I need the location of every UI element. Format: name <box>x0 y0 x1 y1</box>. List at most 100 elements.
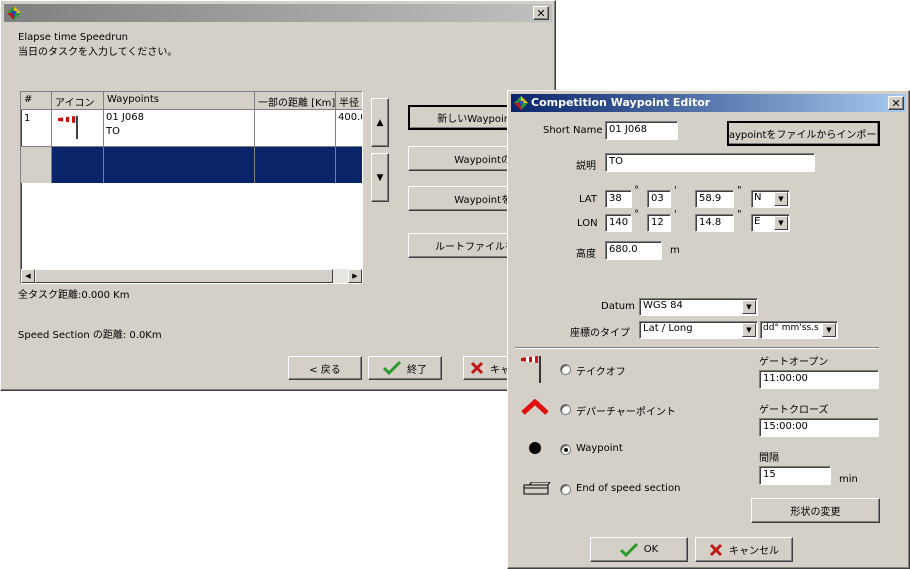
editor-title: Competition Waypoint Editor <box>531 96 711 109</box>
chevron-down-icon[interactable]: ▼ <box>774 192 788 206</box>
coord-type-value: Lat / Long <box>643 323 693 334</box>
column-header-distance[interactable]: 一部の距離 [Km] <box>255 92 336 110</box>
scroll-left-button[interactable]: ◀ <box>21 269 35 283</box>
column-header-waypoints[interactable]: Waypoints <box>104 92 255 110</box>
lat-second-symbol: " <box>737 185 742 196</box>
section-divider <box>515 347 879 349</box>
editor-close-button[interactable]: ✕ <box>888 96 904 110</box>
lon-label: LON <box>577 218 598 229</box>
lon-degrees-input[interactable]: 140 <box>605 214 632 232</box>
lon-minute-symbol: ' <box>674 209 677 220</box>
main-title-bar[interactable]: ✕ <box>4 4 552 22</box>
coord-format-select[interactable]: dd° mm'ss.s ▼ <box>760 321 838 339</box>
end-speed-section-icon <box>523 482 551 495</box>
lon-seconds-input[interactable]: 14.8 <box>695 214 734 232</box>
type-end-speed-label[interactable]: End of speed section <box>576 483 680 494</box>
lat-minute-symbol: ' <box>674 185 677 196</box>
chevron-down-icon[interactable]: ▼ <box>742 300 756 314</box>
lon-minutes-input[interactable]: 12 <box>647 214 671 232</box>
column-header-icon[interactable]: アイコン <box>52 92 104 110</box>
editor-title-bar[interactable]: Competition Waypoint Editor ✕ <box>511 94 906 112</box>
type-departure-label[interactable]: デパーチャーポイント <box>576 403 676 418</box>
main-close-button[interactable]: ✕ <box>533 6 549 20</box>
scroll-right-button[interactable]: ▶ <box>348 269 362 283</box>
lat-seconds-input[interactable]: 58.9 <box>695 190 734 208</box>
checkmark-icon <box>383 360 401 376</box>
ok-label: OK <box>643 544 659 555</box>
interval-input[interactable]: 15 <box>759 466 831 485</box>
description-label: 説明 <box>576 161 596 172</box>
waypoint-name: TO <box>106 126 120 137</box>
column-header-radius[interactable]: 半径 <box>336 92 362 110</box>
interval-label: 間隔 <box>759 453 779 464</box>
gate-open-input[interactable]: 11:00:00 <box>759 370 879 389</box>
waypoint-editor-dialog: Competition Waypoint Editor ✕ Short Name… <box>507 90 910 569</box>
altitude-input[interactable]: 680.0 <box>605 241 662 260</box>
altitude-label: 高度 <box>576 249 596 260</box>
short-name-input[interactable]: 01 J068 <box>605 121 678 140</box>
chevron-down-icon[interactable]: ▼ <box>774 216 788 230</box>
cancel-x-icon <box>470 361 484 375</box>
lon-degree-symbol: ° <box>634 209 639 220</box>
lat-degree-symbol: ° <box>634 185 639 196</box>
finish-label: 終了 <box>407 364 427 376</box>
move-down-button[interactable]: ▼ <box>371 153 389 202</box>
coord-type-select[interactable]: Lat / Long ▼ <box>639 321 758 339</box>
waypoint-table[interactable]: # アイコン Waypoints 一部の距離 [Km] 半径 1 01 J068… <box>20 91 363 284</box>
type-departure-radio[interactable] <box>560 404 571 415</box>
column-header-number[interactable]: # <box>21 92 52 110</box>
finish-button[interactable]: 終了 <box>368 356 442 380</box>
lon-hemisphere-select[interactable]: E ▼ <box>751 214 790 232</box>
gate-open-label: ゲートオープン <box>759 357 829 368</box>
altitude-unit: m <box>670 245 680 256</box>
task-title: Elapse time Speedrun <box>18 32 129 43</box>
type-takeoff-label[interactable]: テイクオフ <box>576 363 626 378</box>
coord-format-value: dd° mm'ss.s <box>763 323 819 333</box>
row-number-cell <box>21 147 52 183</box>
lat-label: LAT <box>579 194 597 205</box>
editor-cancel-button[interactable]: キャンセル <box>695 537 793 562</box>
lat-hemisphere-select[interactable]: N ▼ <box>751 190 790 208</box>
datum-select[interactable]: WGS 84 ▼ <box>639 298 758 316</box>
import-waypoint-button[interactable]: waypointをファイルからインポート <box>727 121 880 146</box>
task-instruction: 当日のタスクを入力してください。 <box>18 47 178 58</box>
lat-degrees-input[interactable]: 38 <box>605 190 632 208</box>
scroll-thumb[interactable] <box>35 269 333 283</box>
chevron-down-icon[interactable]: ▼ <box>742 323 756 337</box>
change-shape-button[interactable]: 形状の変更 <box>751 498 880 523</box>
gate-close-input[interactable]: 15:00:00 <box>759 418 879 437</box>
interval-unit: min <box>839 474 858 485</box>
grid-line <box>51 110 52 183</box>
gate-close-label: ゲートクローズ <box>759 405 829 416</box>
back-button[interactable]: < 戻る <box>288 356 362 380</box>
speed-section-distance: Speed Section の距離: 0.0Km <box>18 330 162 341</box>
checkmark-icon <box>619 542 638 557</box>
lat-minutes-input[interactable]: 03 <box>647 190 671 208</box>
dot-icon <box>529 442 541 454</box>
type-waypoint-label[interactable]: Waypoint <box>576 443 623 454</box>
editor-cancel-label: キャンセル <box>729 546 779 557</box>
windsock-icon <box>521 356 541 383</box>
type-takeoff-radio[interactable] <box>560 364 571 375</box>
lon-second-symbol: " <box>737 209 742 220</box>
short-name-label: Short Name <box>543 125 603 136</box>
chevron-down-icon[interactable]: ▼ <box>822 323 836 337</box>
row-number: 1 <box>24 113 31 124</box>
type-end-speed-radio[interactable] <box>560 484 571 495</box>
table-row[interactable]: 1 01 J068 TO 400.0 <box>21 110 362 147</box>
grid-line <box>103 110 104 183</box>
total-task-distance: 全タスク距離:0.000 Km <box>18 290 130 301</box>
ok-button[interactable]: OK <box>590 537 688 562</box>
lat-hemisphere-value: N <box>754 192 762 203</box>
app-logo-icon <box>7 6 21 20</box>
waypoint-radius: 400.0 <box>338 112 362 123</box>
description-input[interactable]: TO <box>605 153 815 172</box>
arrow-up-icon: ▲ <box>376 117 384 128</box>
move-up-button[interactable]: ▲ <box>371 98 389 147</box>
coord-type-label: 座標のタイプ <box>570 328 630 339</box>
horizontal-scrollbar[interactable]: ◀ ▶ <box>21 269 362 283</box>
datum-label: Datum <box>601 301 635 312</box>
editor-logo-icon <box>514 96 528 110</box>
type-waypoint-radio[interactable] <box>560 444 571 455</box>
table-row-selected[interactable] <box>21 147 362 183</box>
